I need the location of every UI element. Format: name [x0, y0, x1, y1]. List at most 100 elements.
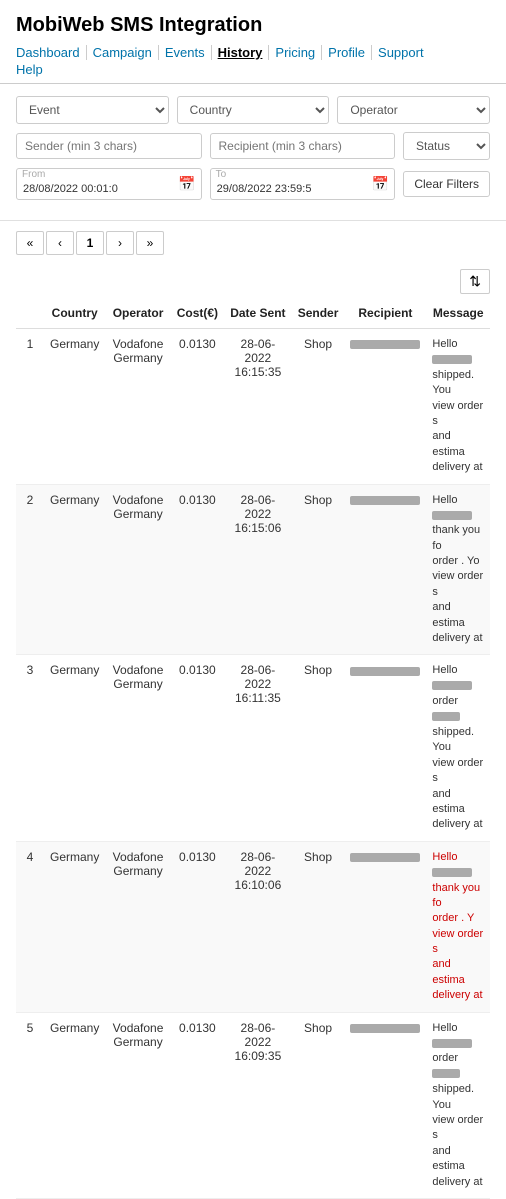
- row-num: 5: [16, 1012, 44, 1198]
- msg-line: delivery at: [432, 632, 482, 644]
- row-num: 2: [16, 484, 44, 655]
- msg-line: delivery at: [432, 989, 482, 1001]
- msg-line: and estima: [432, 601, 464, 628]
- msg-line: view order s: [432, 570, 483, 597]
- col-operator: Operator: [105, 298, 170, 329]
- to-date-field: To 📅: [210, 168, 396, 200]
- recipient-redacted: [350, 667, 420, 676]
- page-next-button[interactable]: ›: [106, 231, 134, 255]
- msg-prefix: Hello: [432, 494, 457, 506]
- msg-line: delivery at: [432, 818, 482, 830]
- row-sender: Shop: [292, 1012, 345, 1198]
- col-num: [16, 298, 44, 329]
- row-recipient: [344, 329, 426, 485]
- msg-line: view order s: [432, 928, 483, 955]
- msg-line: and estima: [432, 958, 464, 985]
- row-sender: Shop: [292, 841, 345, 1012]
- page-first-button[interactable]: «: [16, 231, 44, 255]
- nav-dashboard[interactable]: Dashboard: [16, 45, 87, 60]
- recipient-redacted: [350, 853, 420, 862]
- recipient-redacted: [350, 1024, 420, 1033]
- row-message: Hello thank you foorder . Yview order sa…: [426, 841, 490, 1012]
- nav-profile[interactable]: Profile: [322, 45, 372, 60]
- row-num: 4: [16, 841, 44, 1012]
- from-calendar-icon[interactable]: 📅: [178, 176, 195, 193]
- filter-row-1: Event Country Operator: [16, 96, 490, 124]
- row-message: Hello order shipped. Youview order sand …: [426, 655, 490, 841]
- col-sender: Sender: [292, 298, 345, 329]
- row-operator: Vodafone Germany: [105, 655, 170, 841]
- country-select[interactable]: Country: [177, 96, 330, 124]
- page-last-button[interactable]: »: [136, 231, 164, 255]
- table-row: 4 Germany Vodafone Germany 0.0130 28-06-…: [16, 841, 490, 1012]
- history-table: Country Operator Cost(€) Date Sent Sende…: [16, 298, 490, 1199]
- redacted-text: [432, 868, 472, 877]
- row-operator: Vodafone Germany: [105, 1012, 170, 1198]
- status-select[interactable]: Status: [403, 132, 490, 160]
- nav-history[interactable]: History: [212, 45, 270, 60]
- event-select[interactable]: Event: [16, 96, 169, 124]
- row-num: 1: [16, 329, 44, 485]
- msg-line: shipped. You: [432, 1083, 474, 1110]
- table-row: 5 Germany Vodafone Germany 0.0130 28-06-…: [16, 1012, 490, 1198]
- row-sender: Shop: [292, 484, 345, 655]
- operator-select[interactable]: Operator: [337, 96, 490, 124]
- to-calendar-icon[interactable]: 📅: [372, 176, 389, 193]
- sort-row: ⇅: [0, 265, 506, 298]
- row-cost: 0.0130: [171, 655, 224, 841]
- redacted-text: [432, 511, 472, 520]
- msg-line: thank you fo: [432, 524, 480, 551]
- msg-prefix: Hello: [432, 664, 457, 676]
- nav-events[interactable]: Events: [159, 45, 212, 60]
- row-cost: 0.0130: [171, 1012, 224, 1198]
- clear-filters-button[interactable]: Clear Filters: [403, 171, 490, 197]
- row-country: Germany: [44, 1012, 105, 1198]
- nav-row2: Help: [16, 62, 490, 77]
- redacted-inline: [432, 1069, 460, 1078]
- nav-support[interactable]: Support: [372, 45, 430, 60]
- msg-prefix: Hello: [432, 851, 457, 863]
- page-prev-button[interactable]: ‹: [46, 231, 74, 255]
- nav-campaign[interactable]: Campaign: [87, 45, 159, 60]
- table-wrapper: Country Operator Cost(€) Date Sent Sende…: [0, 298, 506, 1199]
- redacted-text: [432, 1039, 472, 1048]
- nav-pricing[interactable]: Pricing: [269, 45, 322, 60]
- col-cost: Cost(€): [171, 298, 224, 329]
- row-date: 28-06-202216:11:35: [224, 655, 292, 841]
- filter-row-3: From 📅 To 📅 Clear Filters: [16, 168, 490, 200]
- sender-input[interactable]: [16, 133, 202, 159]
- recipient-input[interactable]: [210, 133, 396, 159]
- row-cost: 0.0130: [171, 329, 224, 485]
- col-recipient: Recipient: [344, 298, 426, 329]
- header: MobiWeb SMS Integration Dashboard Campai…: [0, 0, 506, 84]
- app-title: MobiWeb SMS Integration: [16, 14, 490, 37]
- page-current[interactable]: 1: [76, 231, 104, 255]
- msg-line: delivery at: [432, 461, 482, 473]
- msg-line: and estima: [432, 430, 464, 457]
- row-recipient: [344, 841, 426, 1012]
- table-row: 1 Germany Vodafone Germany 0.0130 28-06-…: [16, 329, 490, 485]
- row-sender: Shop: [292, 655, 345, 841]
- nav: Dashboard Campaign Events History Pricin…: [16, 45, 490, 60]
- msg-line: shipped. You: [432, 726, 474, 753]
- row-num: 3: [16, 655, 44, 841]
- row-date: 28-06-202216:15:06: [224, 484, 292, 655]
- sort-button[interactable]: ⇅: [460, 269, 490, 294]
- row-recipient: [344, 484, 426, 655]
- pagination: « ‹ 1 › »: [0, 221, 506, 265]
- msg-prefix: Hello: [432, 1022, 457, 1034]
- filters-section: Event Country Operator Status From 📅 To …: [0, 84, 506, 221]
- filter-row-2: Status: [16, 132, 490, 160]
- row-message: Hello order shipped. Youview order sand …: [426, 1012, 490, 1198]
- row-sender: Shop: [292, 329, 345, 485]
- redacted-inline: [432, 712, 460, 721]
- msg-line: order: [432, 695, 458, 707]
- msg-line: thank you fo: [432, 882, 480, 909]
- recipient-redacted: [350, 340, 420, 349]
- row-date: 28-06-202216:15:35: [224, 329, 292, 485]
- table-header-row: Country Operator Cost(€) Date Sent Sende…: [16, 298, 490, 329]
- nav-help[interactable]: Help: [16, 62, 49, 77]
- row-operator: Vodafone Germany: [105, 484, 170, 655]
- row-country: Germany: [44, 841, 105, 1012]
- to-date-input[interactable]: [210, 168, 396, 200]
